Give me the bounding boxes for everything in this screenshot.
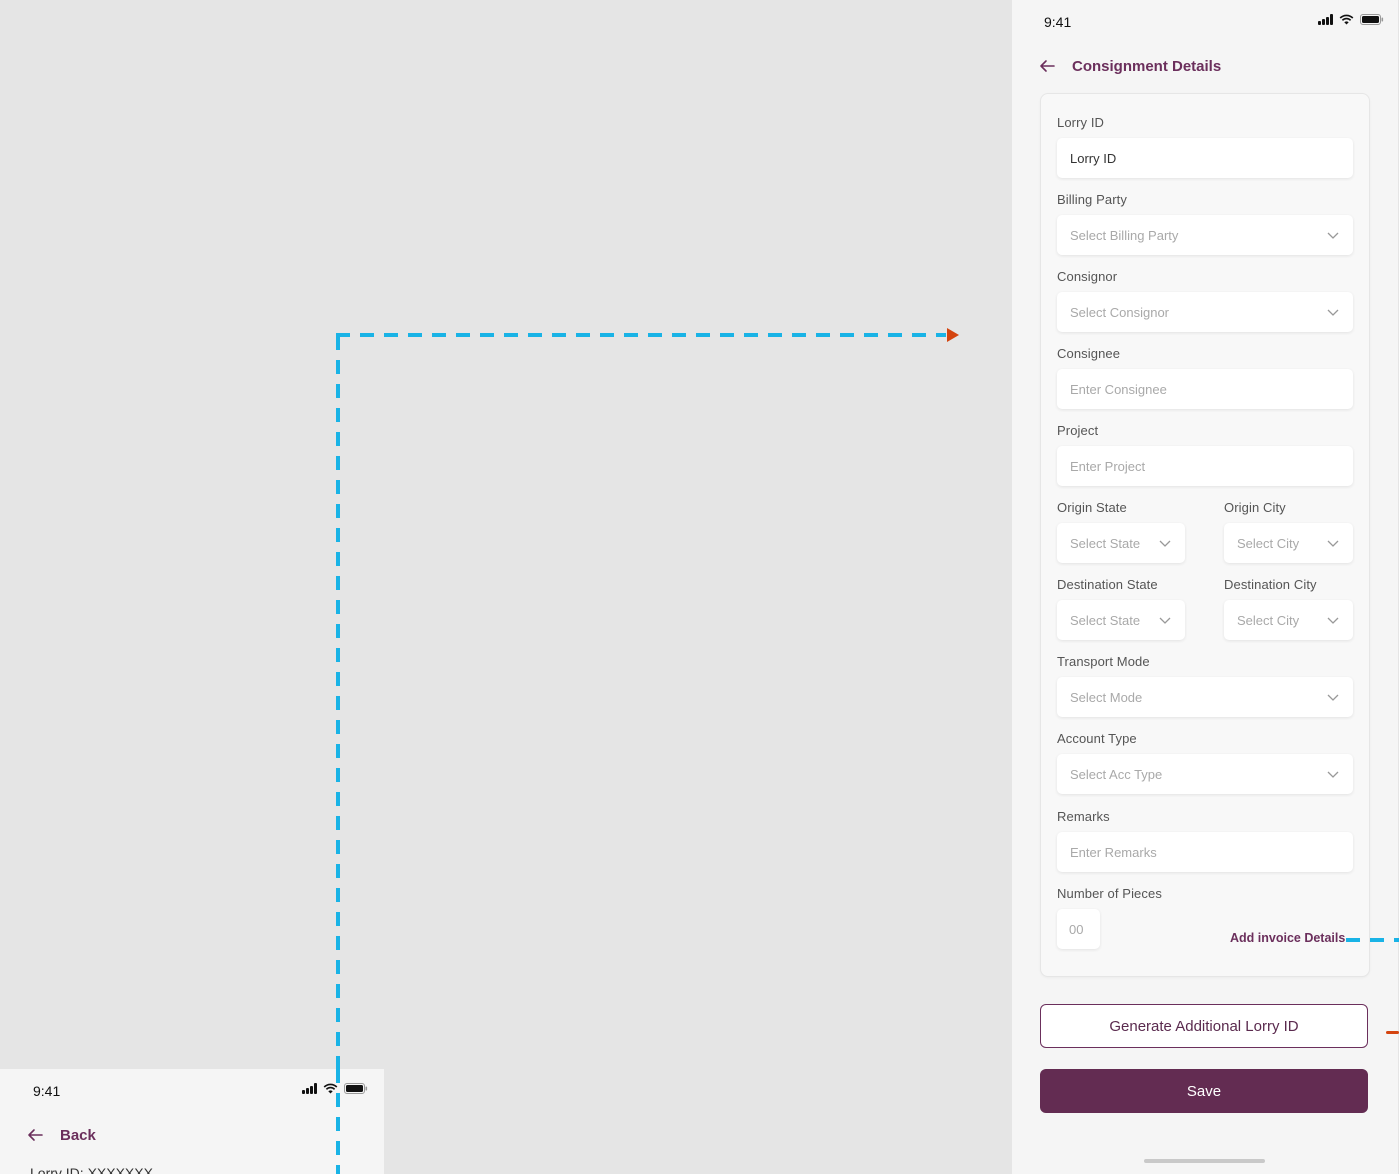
origin-state-label: Origin State [1057,500,1127,515]
wifi-icon [1339,14,1354,25]
lorry-id-value: Lorry ID [1070,150,1117,166]
billing-party-label: Billing Party [1057,192,1127,207]
back-arrow-icon[interactable] [26,1126,44,1144]
destination-state-label: Destination State [1057,577,1158,592]
generate-lorry-id-button[interactable]: Generate Additional Lorry ID [1040,1004,1368,1048]
status-time: 9:41 [1044,14,1072,30]
origin-city-label: Origin City [1224,500,1286,515]
consignor-select[interactable]: Select Consignor [1057,292,1353,332]
origin-city-placeholder: Select City [1237,535,1300,551]
chevron-down-icon [1327,617,1339,624]
origin-state-placeholder: Select State [1070,535,1141,551]
connector-arrow-icon [1386,1031,1399,1034]
billing-party-select[interactable]: Select Billing Party [1057,215,1353,255]
destination-city-label: Destination City [1224,577,1317,592]
consignee-input[interactable]: Enter Consignee [1057,369,1353,409]
chevron-down-icon [1327,771,1339,778]
consignment-details-screen: 9:41 Consignment Details Lorry ID Lorry … [1012,0,1398,1174]
battery-icon [344,1083,368,1094]
page-header: Consignment Details [1038,52,1221,80]
connector-arrow-icon [947,328,959,342]
consignee-placeholder: Enter Consignee [1070,381,1167,397]
page-title: Consignment Details [1072,57,1222,75]
chevron-down-icon [1327,309,1339,316]
project-input[interactable]: Enter Project [1057,446,1353,486]
transport-mode-label: Transport Mode [1057,654,1150,669]
connector-vertical-line-overlay [336,1069,340,1174]
project-placeholder: Enter Project [1070,458,1146,474]
pieces-input[interactable]: 00 [1057,909,1100,949]
chevron-down-icon [1327,540,1339,547]
lorry-id-label: Lorry ID [1057,115,1105,130]
connector-vertical-line [336,336,340,1174]
remarks-input[interactable]: Enter Remarks [1057,832,1353,872]
transport-mode-select[interactable]: Select Mode [1057,677,1353,717]
signal-icon [1318,14,1333,25]
remarks-label: Remarks [1057,809,1110,824]
destination-state-placeholder: Select State [1070,612,1141,628]
destination-city-select[interactable]: Select City [1224,600,1353,640]
back-button[interactable]: Back [60,1127,96,1144]
pieces-label: Number of Pieces [1057,886,1162,901]
signal-icon [302,1083,317,1094]
back-arrow-icon[interactable] [1038,57,1056,75]
project-label: Project [1057,423,1099,438]
connector-horizontal-line [336,333,946,337]
account-type-select[interactable]: Select Acc Type [1057,754,1353,794]
account-type-label: Account Type [1057,731,1137,746]
chevron-down-icon [1327,232,1339,239]
billing-party-placeholder: Select Billing Party [1070,227,1179,243]
battery-icon [1360,14,1384,25]
page-header: Back [26,1121,96,1149]
consignment-form-card: Lorry ID Lorry ID Billing Party Select B… [1040,93,1370,977]
origin-state-select[interactable]: Select State [1057,523,1185,563]
status-time: 9:41 [33,1083,61,1099]
origin-city-select[interactable]: Select City [1224,523,1353,563]
add-invoice-details-link[interactable]: Add invoice Details [1230,931,1345,945]
status-bar: 9:41 [1012,0,1398,44]
account-type-placeholder: Select Acc Type [1070,766,1163,782]
transport-mode-placeholder: Select Mode [1070,689,1143,705]
destination-city-placeholder: Select City [1237,612,1300,628]
consignee-label: Consignee [1057,346,1121,361]
lorry-id-field[interactable]: Lorry ID [1057,138,1353,178]
chevron-down-icon [1159,617,1171,624]
lorry-summary-screen: 9:41 Back Lorry ID: XXXXXXX [0,1069,384,1174]
chevron-down-icon [1327,694,1339,701]
remarks-placeholder: Enter Remarks [1070,844,1157,860]
lorry-id-line: Lorry ID: XXXXXXX [30,1165,153,1174]
consignor-placeholder: Select Consignor [1070,304,1169,320]
pieces-placeholder: 00 [1069,921,1084,937]
status-icons [302,1083,368,1094]
status-icons [1318,14,1384,25]
save-button[interactable]: Save [1040,1069,1368,1113]
destination-state-select[interactable]: Select State [1057,600,1185,640]
consignor-label: Consignor [1057,269,1118,284]
home-indicator [1144,1159,1265,1163]
invoice-connector-line [1346,938,1399,942]
chevron-down-icon [1159,540,1171,547]
